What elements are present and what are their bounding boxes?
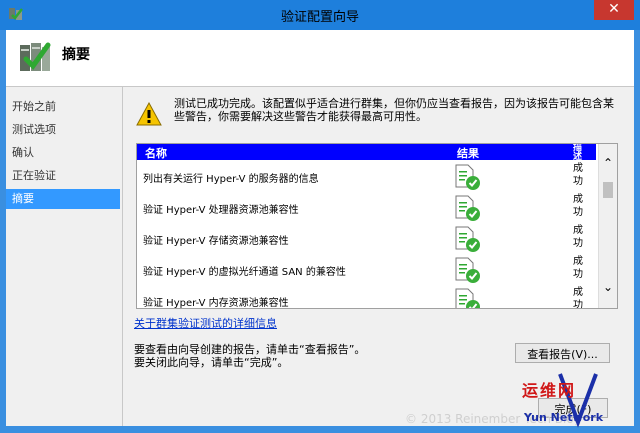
checklist-server-icon — [20, 42, 51, 71]
instructions: 要查看由向导创建的报告，请单击“查看报告”。 要关闭此向导，请单击“完成”。 — [134, 343, 365, 369]
nav-item-testing-options[interactable]: 测试选项 — [6, 120, 120, 140]
success-check-icon — [455, 226, 480, 252]
table-row[interactable]: 列出有关运行 Hyper-V 的服务器的信息 成功 — [137, 161, 596, 192]
row-name: 验证 Hyper-V 处理器资源池兼容性 — [143, 205, 299, 216]
instruction-view-report: 要查看由向导创建的报告，请单击“查看报告”。 — [134, 343, 366, 356]
success-check-icon — [455, 195, 480, 221]
scroll-down-button[interactable]: ⌄ — [599, 280, 617, 296]
row-name: 列出有关运行 Hyper-V 的服务器的信息 — [143, 174, 319, 185]
table-row[interactable]: 验证 Hyper-V 存储资源池兼容性 成功 — [137, 223, 596, 254]
row-status: 成功 — [573, 256, 583, 280]
row-status: 成功 — [573, 225, 583, 249]
instruction-finish: 要关闭此向导，请单击“完成”。 — [134, 356, 289, 369]
nav-item-summary[interactable]: 摘要 — [6, 189, 120, 209]
table-row[interactable]: 验证 Hyper-V 处理器资源池兼容性 成功 — [137, 192, 596, 223]
row-status: 成功 — [573, 194, 583, 218]
column-result[interactable]: 结果 — [457, 145, 479, 161]
results-list[interactable]: 名称 结果 描述 列出有关运行 Hyper-V 的服务器的信息 成功 验证 Hy… — [136, 143, 618, 309]
summary-message: 测试已成功完成。该配置似乎适合进行群集，但你仍应当查看报告，因为该报告可能包含某… — [174, 97, 614, 123]
table-row[interactable]: 验证 Hyper-V 的虚拟光纤通道 SAN 的兼容性 成功 — [137, 254, 596, 285]
column-name[interactable]: 名称 — [145, 145, 167, 161]
nav-item-before-you-begin[interactable]: 开始之前 — [6, 97, 120, 117]
success-check-icon — [455, 257, 480, 283]
nav-item-confirmation[interactable]: 确认 — [6, 143, 120, 163]
row-name: 验证 Hyper-V 内存资源池兼容性 — [143, 298, 289, 309]
nav-divider — [122, 87, 123, 426]
wizard-window: 验证配置向导 ✕ 摘要 开始之前 测试选项 确认 正在验证 摘要 测试已成功完成… — [0, 0, 640, 433]
success-check-icon — [455, 288, 480, 308]
results-list-header: 名称 结果 描述 — [137, 144, 596, 162]
title-bar[interactable]: 验证配置向导 ✕ — [0, 0, 640, 30]
results-scrollbar[interactable]: ⌃ ⌄ — [598, 144, 617, 308]
table-row[interactable]: 验证 Hyper-V 内存资源池兼容性 成功 — [137, 285, 596, 309]
scroll-thumb[interactable] — [603, 182, 613, 198]
watermark-brand-en: Yun Network — [524, 411, 604, 424]
row-name: 验证 Hyper-V 的虚拟光纤通道 SAN 的兼容性 — [143, 267, 346, 278]
wizard-nav: 开始之前 测试选项 确认 正在验证 摘要 — [6, 87, 120, 426]
page-title: 摘要 — [62, 47, 90, 63]
row-status: 成功 — [573, 287, 583, 309]
scroll-up-button[interactable]: ⌃ — [599, 156, 617, 172]
close-button[interactable]: ✕ — [594, 0, 634, 20]
view-report-button[interactable]: 查看报告(V)... — [515, 343, 610, 363]
row-name: 验证 Hyper-V 存储资源池兼容性 — [143, 236, 289, 247]
window-title: 验证配置向导 — [280, 10, 359, 25]
success-check-icon — [455, 164, 480, 190]
watermark-brand-cn: 运维网 — [522, 381, 577, 400]
warning-icon — [136, 102, 162, 126]
column-description[interactable]: 描述 — [573, 144, 587, 162]
validation-details-link[interactable]: 关于群集验证测试的详细信息 — [134, 315, 277, 331]
nav-item-validating[interactable]: 正在验证 — [6, 166, 120, 186]
wizard-header: 摘要 — [6, 30, 634, 87]
row-status: 成功 — [573, 163, 583, 187]
